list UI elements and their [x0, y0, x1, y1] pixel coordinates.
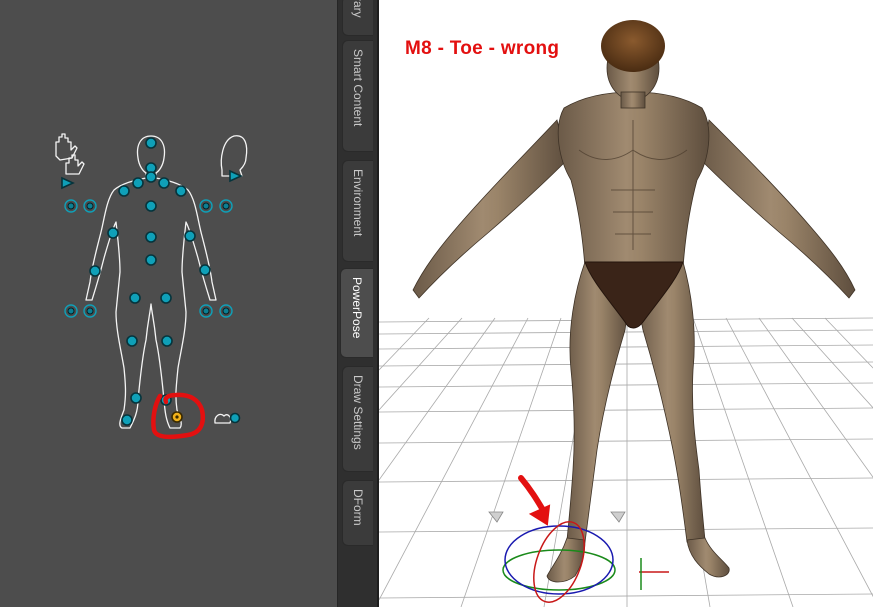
foot-control-node[interactable]	[229, 412, 241, 424]
tab-draw-settings-label: Draw Settings	[351, 375, 365, 450]
tab-dform-label: DForm	[351, 489, 365, 526]
gizmo-move-handle-right[interactable]	[610, 511, 626, 523]
foot-icon-group[interactable]	[214, 412, 241, 424]
figure-neck	[620, 91, 646, 109]
node-left-knee[interactable]	[126, 335, 138, 347]
powerpose-figure	[55, 133, 248, 440]
node-left-thigh[interactable]	[129, 292, 141, 304]
head-icons[interactable]	[220, 135, 248, 183]
node-neck[interactable]	[145, 171, 157, 183]
tab-smart-content[interactable]: Smart Content	[342, 40, 373, 152]
node-left-elbow[interactable]	[107, 227, 119, 239]
figure-torso[interactable]	[557, 91, 710, 269]
figure-right-foot[interactable]	[686, 537, 730, 578]
head-profile-icon[interactable]	[220, 135, 248, 177]
node-head[interactable]	[145, 137, 157, 149]
tab-powerpose[interactable]: PowerPose	[340, 268, 373, 358]
node-right-knee[interactable]	[161, 335, 173, 347]
tab-environment[interactable]: Environment	[342, 160, 373, 262]
head-play-button[interactable]	[229, 169, 243, 183]
node-abdomen[interactable]	[145, 231, 157, 243]
selected-toe-dot	[175, 415, 179, 419]
foot-icon[interactable]	[214, 413, 232, 424]
tab-smart-content-label: Smart Content	[351, 49, 365, 127]
viewport-scene[interactable]	[379, 0, 873, 607]
annotation-title: M8 - Toe - wrong	[405, 38, 560, 59]
node-left-shoulder[interactable]	[118, 185, 130, 197]
node-right-elbow[interactable]	[184, 230, 196, 242]
tab-powerpose-label: PowerPose	[350, 277, 364, 339]
red-annotation-arrow	[518, 475, 551, 526]
node-right-wrist[interactable]	[199, 264, 211, 276]
node-left-collar[interactable]	[132, 177, 144, 189]
right-hand-icon[interactable]	[65, 154, 85, 175]
gizmo-handles[interactable]	[488, 511, 626, 523]
node-left-ankle[interactable]	[130, 392, 142, 404]
joint-nodes[interactable]	[89, 137, 211, 426]
pane-tab-strip: Library Smart Content Environment PowerP…	[337, 0, 706, 607]
figure-left-arm[interactable]	[412, 119, 568, 299]
node-chest[interactable]	[145, 200, 157, 212]
node-right-shoulder[interactable]	[175, 185, 187, 197]
tab-library-label: Library	[351, 0, 365, 18]
powerpose-panel	[0, 0, 337, 607]
left-hand-icon[interactable]	[55, 133, 78, 161]
figure-hair	[601, 20, 665, 72]
node-hip[interactable]	[145, 254, 157, 266]
tab-library[interactable]: Library	[342, 0, 373, 36]
ground-grid	[379, 317, 873, 607]
node-left-toe[interactable]	[121, 414, 133, 426]
hands-play-button[interactable]	[61, 176, 75, 190]
tab-dform[interactable]: DForm	[342, 480, 373, 546]
tab-draw-settings[interactable]: Draw Settings	[342, 366, 373, 472]
tab-environment-label: Environment	[351, 169, 365, 237]
3d-viewport[interactable]: M8 - Toe - wrong	[377, 0, 873, 607]
node-right-collar[interactable]	[158, 177, 170, 189]
figure-right-arm[interactable]	[700, 119, 856, 299]
node-right-thigh[interactable]	[160, 292, 172, 304]
hand-icons[interactable]	[55, 133, 85, 190]
node-left-wrist[interactable]	[89, 265, 101, 277]
figure-left-foot[interactable]	[546, 537, 586, 583]
